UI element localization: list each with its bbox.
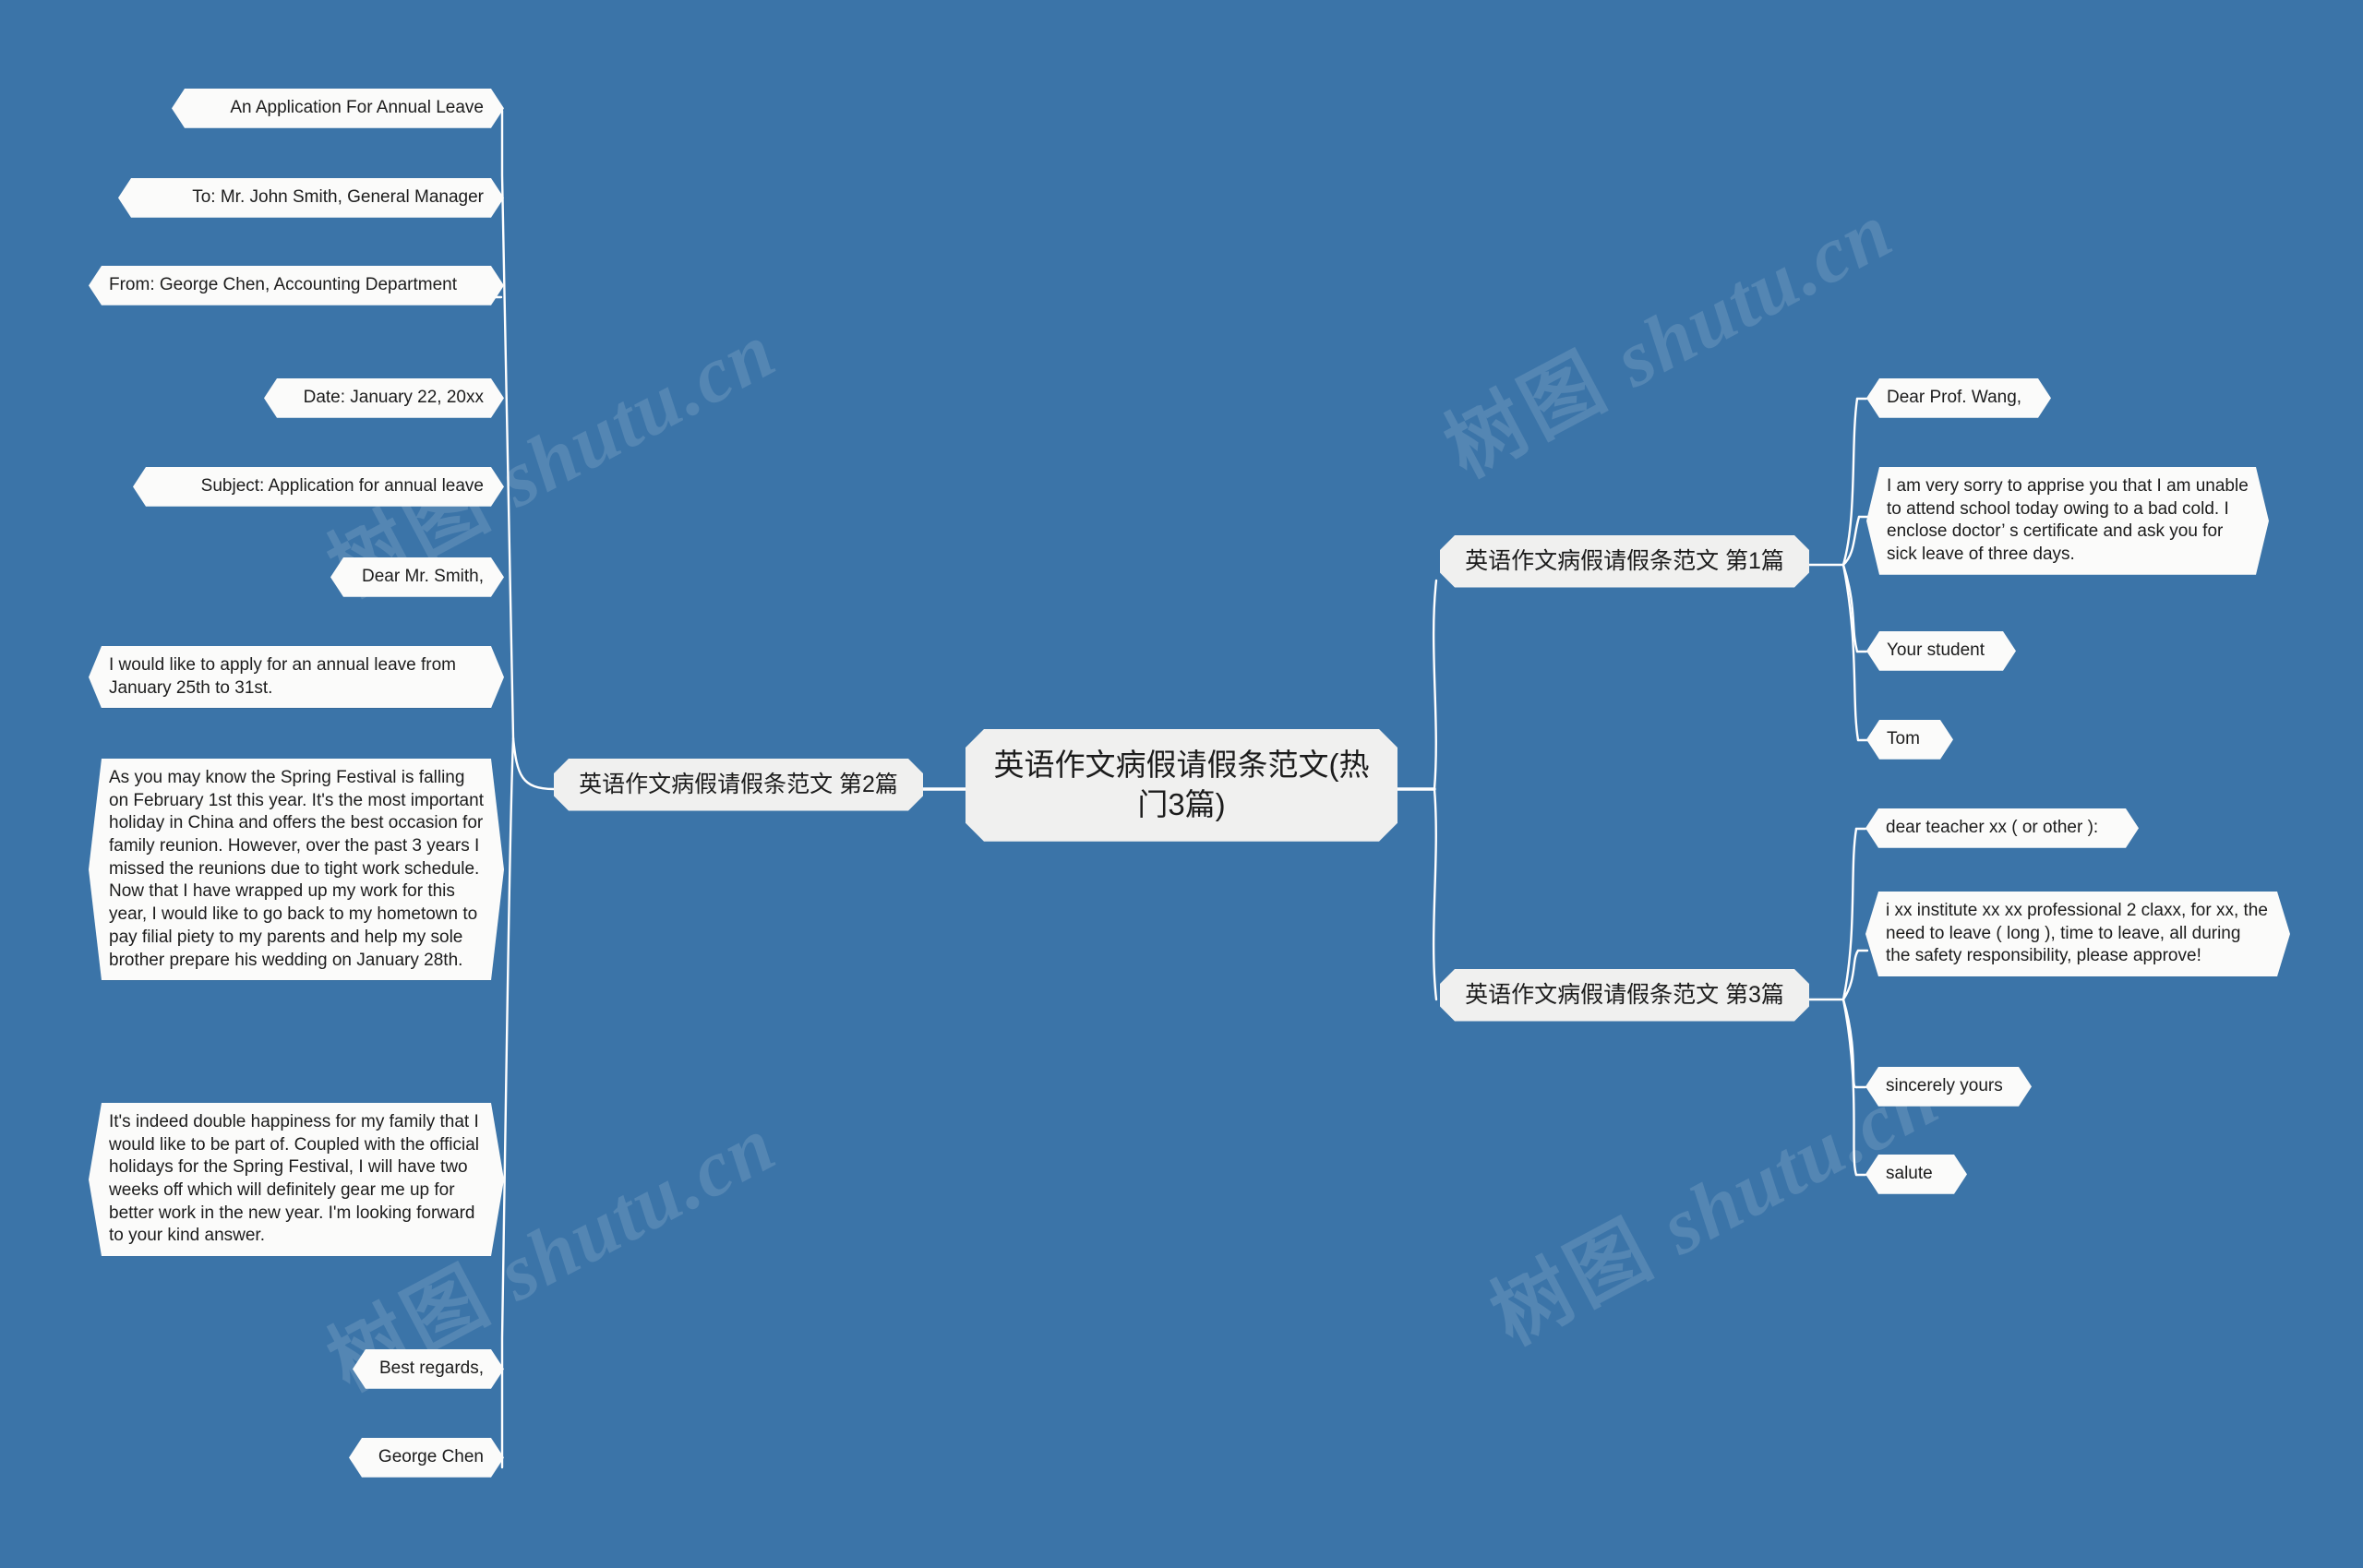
leaf-text: It's indeed double happiness for my fami… bbox=[109, 1112, 485, 1246]
leaf-text: I am very sorry to apprise you that I am… bbox=[1887, 476, 2254, 565]
leaf-text: From: George Chen, Accounting Department bbox=[109, 275, 458, 294]
leaf-text: An Application For Annual Leave bbox=[230, 98, 484, 117]
leaf-node[interactable]: An Application For Annual Leave bbox=[172, 89, 504, 128]
leaf-text: Best regards, bbox=[379, 1359, 484, 1378]
leaf-node[interactable]: George Chen bbox=[349, 1438, 504, 1478]
topic-node-branch-2[interactable]: 英语作文病假请假条范文 第2篇 bbox=[554, 759, 923, 811]
leaf-text: Dear Prof. Wang, bbox=[1887, 388, 2022, 407]
leaf-text: Tom bbox=[1887, 729, 1920, 748]
watermark-latin: shutu.cn bbox=[484, 1098, 790, 1318]
leaf-node[interactable]: Your student bbox=[1866, 631, 2016, 671]
topic-label: 英语作文病假请假条范文 第3篇 bbox=[1465, 982, 1784, 1008]
leaf-node[interactable]: Date: January 22, 20xx bbox=[264, 378, 504, 418]
root-node[interactable]: 英语作文病假请假条范文(热门3篇) bbox=[966, 729, 1397, 842]
leaf-text: salute bbox=[1886, 1164, 1933, 1183]
leaf-node[interactable]: I am very sorry to apprise you that I am… bbox=[1866, 467, 2269, 575]
leaf-node[interactable]: I would like to apply for an annual leav… bbox=[89, 646, 504, 708]
mindmap-canvas: 树图 shutu.cn 树图 shutu.cn 树图 shutu.cn 树图 s… bbox=[0, 0, 2363, 1568]
leaf-node[interactable]: Best regards, bbox=[353, 1349, 504, 1389]
leaf-node[interactable]: i xx institute xx xx professional 2 clax… bbox=[1865, 892, 2290, 976]
leaf-node[interactable]: dear teacher xx ( or other ): bbox=[1865, 808, 2139, 848]
leaf-node[interactable]: It's indeed double happiness for my fami… bbox=[89, 1103, 504, 1256]
leaf-text: Your student bbox=[1887, 640, 1985, 660]
leaf-text: George Chen bbox=[378, 1447, 484, 1466]
leaf-text: Date: January 22, 20xx bbox=[303, 388, 484, 407]
root-label: 英语作文病假请假条范文(热门3篇) bbox=[993, 748, 1370, 821]
leaf-text: Dear Mr. Smith, bbox=[362, 567, 484, 586]
leaf-node[interactable]: sincerely yours bbox=[1865, 1067, 2032, 1107]
watermark-cjk: 树图 bbox=[1430, 334, 1625, 496]
leaf-node[interactable]: From: George Chen, Accounting Department bbox=[89, 266, 504, 305]
leaf-node[interactable]: To: Mr. John Smith, General Manager bbox=[118, 178, 504, 218]
leaf-text: I would like to apply for an annual leav… bbox=[109, 655, 462, 698]
leaf-text: sincerely yours bbox=[1886, 1076, 2003, 1095]
watermark: 树图 shutu.cn bbox=[1421, 166, 1909, 498]
topic-label: 英语作文病假请假条范文 第1篇 bbox=[1465, 548, 1784, 574]
leaf-text: Subject: Application for annual leave bbox=[200, 476, 484, 496]
topic-node-branch-1[interactable]: 英语作文病假请假条范文 第1篇 bbox=[1440, 535, 1809, 588]
leaf-node[interactable]: As you may know the Spring Festival is f… bbox=[89, 759, 504, 980]
leaf-text: dear teacher xx ( or other ): bbox=[1886, 818, 2099, 837]
watermark-latin: shutu.cn bbox=[484, 305, 790, 524]
leaf-node[interactable]: Tom bbox=[1866, 720, 1953, 760]
leaf-text: As you may know the Spring Festival is f… bbox=[109, 768, 489, 970]
leaf-node[interactable]: Dear Mr. Smith, bbox=[330, 557, 504, 597]
topic-node-branch-3[interactable]: 英语作文病假请假条范文 第3篇 bbox=[1440, 969, 1809, 1022]
watermark-cjk: 树图 bbox=[1476, 1202, 1671, 1363]
leaf-node[interactable]: Dear Prof. Wang, bbox=[1866, 378, 2051, 418]
leaf-node[interactable]: Subject: Application for annual leave bbox=[133, 467, 504, 507]
topic-label: 英语作文病假请假条范文 第2篇 bbox=[579, 772, 898, 797]
watermark-latin: shutu.cn bbox=[1601, 185, 1907, 404]
leaf-node[interactable]: salute bbox=[1865, 1155, 1967, 1194]
leaf-text: i xx institute xx xx professional 2 clax… bbox=[1886, 901, 2273, 966]
leaf-text: To: Mr. John Smith, General Manager bbox=[192, 187, 484, 207]
